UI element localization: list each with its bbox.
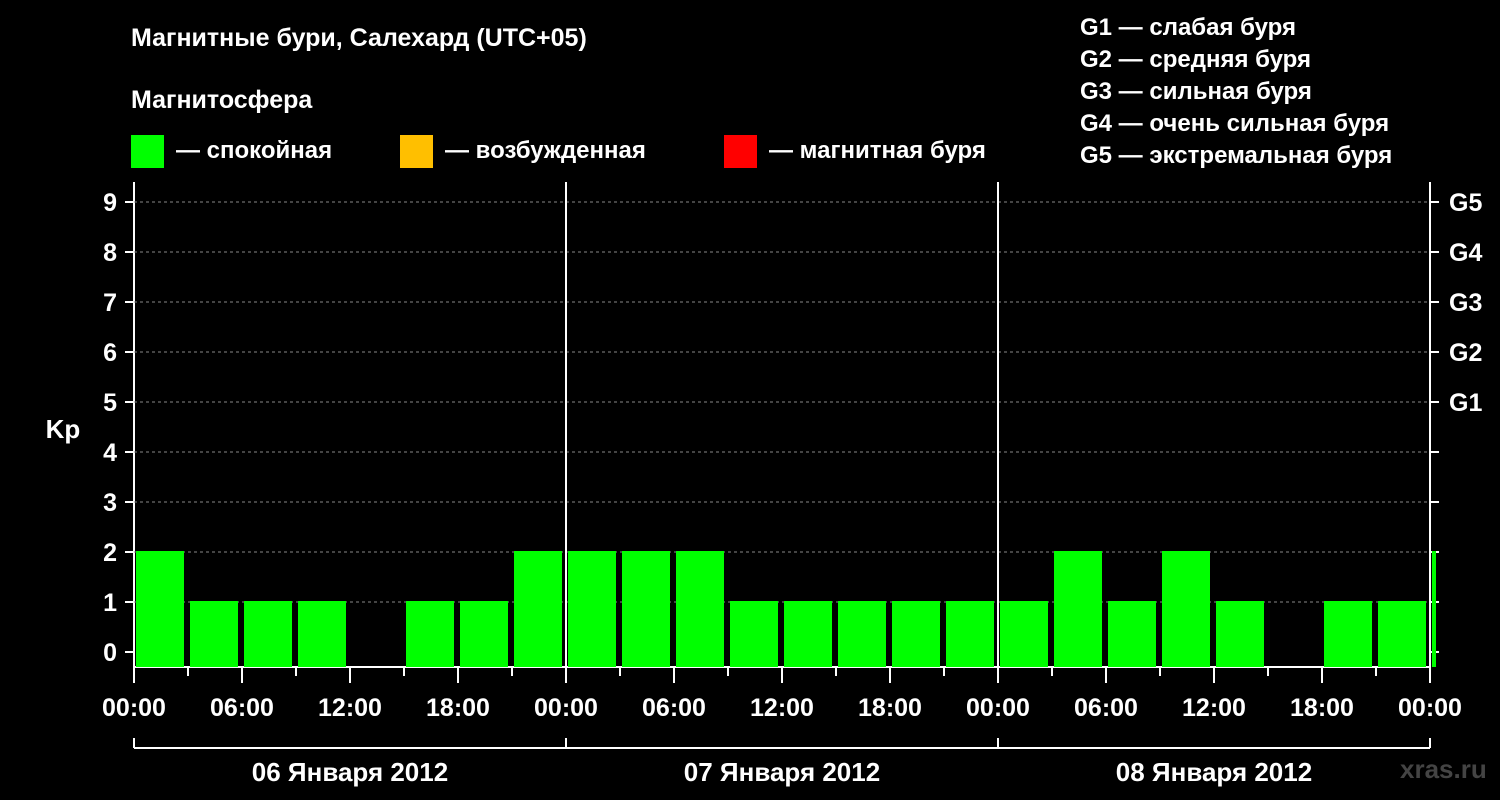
kp-bar [136, 551, 184, 667]
x-tick-label: 00:00 [534, 694, 598, 722]
watermark: xras.ru [1400, 754, 1487, 784]
x-tick-label: 00:00 [966, 694, 1030, 722]
kp-bar [244, 601, 292, 667]
kp-bar [298, 601, 346, 667]
kp-bar [1432, 551, 1436, 667]
x-tick-label: 12:00 [750, 694, 814, 722]
kp-bar [460, 601, 508, 667]
right-tick-label: G1 [1449, 389, 1482, 417]
day-label: 06 Января 2012 [252, 757, 448, 787]
y-tick-label: 5 [103, 389, 117, 417]
right-tick-label: G2 [1449, 339, 1482, 367]
kp-bar [784, 601, 832, 667]
kp-bar [622, 551, 670, 667]
kp-bar [1216, 601, 1264, 667]
kp-bar [1000, 601, 1048, 667]
kp-bar [406, 601, 454, 667]
x-tick-label: 18:00 [858, 694, 922, 722]
kp-bar [568, 551, 616, 667]
y-tick-label: 0 [103, 639, 117, 667]
kp-bar [946, 601, 994, 667]
x-tick-label: 06:00 [1074, 694, 1138, 722]
x-tick-label: 00:00 [1398, 694, 1462, 722]
kp-bar [1324, 601, 1372, 667]
y-tick-label: 2 [103, 539, 117, 567]
kp-bar [190, 601, 238, 667]
kp-bar [1162, 551, 1210, 667]
right-tick-label: G4 [1449, 239, 1482, 267]
right-tick-label: G3 [1449, 289, 1482, 317]
x-tick-label: 12:00 [1182, 694, 1246, 722]
kp-bar [1054, 551, 1102, 667]
kp-bar-chart: 0 1 2 3 4 5 6 7 8 9 Kp G1 G2 G3 G4 G5 00:00 06:00 12:00 18:… [46, 182, 1482, 787]
day-label: 08 Января 2012 [1116, 757, 1312, 787]
kp-bar [838, 601, 886, 667]
kp-bar [730, 601, 778, 667]
y-tick-label: 4 [103, 439, 117, 467]
y-tick-label: 8 [103, 239, 117, 267]
x-tick-label: 00:00 [102, 694, 166, 722]
y-axis-title: Kp [46, 414, 81, 444]
x-tick-label: 12:00 [318, 694, 382, 722]
y-tick-label: 7 [103, 289, 117, 317]
kp-bar [892, 601, 940, 667]
kp-bar [514, 551, 562, 667]
kp-bar [1108, 601, 1156, 667]
y-tick-label: 3 [103, 489, 117, 517]
y-tick-label: 6 [103, 339, 117, 367]
kp-bar [1378, 601, 1426, 667]
x-tick-label: 18:00 [1290, 694, 1354, 722]
x-tick-label: 18:00 [426, 694, 490, 722]
y-tick-label: 9 [103, 189, 117, 217]
kp-bar [676, 551, 724, 667]
day-label: 07 Января 2012 [684, 757, 880, 787]
right-tick-label: G5 [1449, 189, 1482, 217]
x-tick-label: 06:00 [210, 694, 274, 722]
y-tick-label: 1 [103, 589, 117, 617]
x-tick-label: 06:00 [642, 694, 706, 722]
